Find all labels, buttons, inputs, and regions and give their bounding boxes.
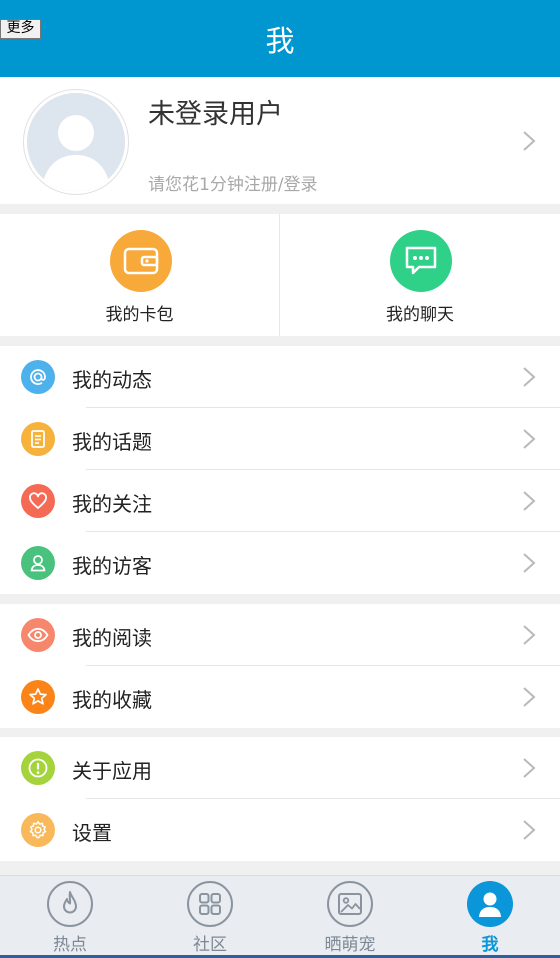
menu-item-label: 我的访客 xyxy=(72,554,152,578)
chevron-right-icon xyxy=(523,429,536,449)
menu-item-label: 关于应用 xyxy=(72,759,152,783)
grid-icon xyxy=(187,881,233,927)
bottom-tab-bar: 热点 社区 晒萌宠 我 xyxy=(0,875,560,955)
chevron-right-icon xyxy=(523,625,536,645)
menu-item-about-app[interactable]: 关于应用 xyxy=(0,737,560,799)
default-avatar-icon xyxy=(27,93,125,191)
menu-item-my-updates[interactable]: 我的动态 xyxy=(0,346,560,408)
menu-item-my-follows[interactable]: 我的关注 xyxy=(0,470,560,532)
chevron-right-icon xyxy=(523,687,536,707)
username: 未登录用户 xyxy=(148,99,283,130)
tab-me[interactable]: 我 xyxy=(420,876,560,956)
eye-icon xyxy=(21,618,55,652)
top-bar: 我 更多 xyxy=(0,0,560,77)
chevron-right-icon xyxy=(523,758,536,778)
more-button[interactable]: 更多 xyxy=(0,19,41,39)
quick-actions: 我的卡包 我的聊天 xyxy=(0,214,560,336)
avatar[interactable] xyxy=(23,89,129,195)
picture-icon xyxy=(327,881,373,927)
star-icon xyxy=(21,680,55,714)
menu-group-activity: 我的动态 我的话题 我的关注 我的访客 xyxy=(0,346,560,594)
menu-item-my-favorites[interactable]: 我的收藏 xyxy=(0,666,560,728)
profile-card[interactable]: 未登录用户 请您花1分钟注册/登录 xyxy=(0,77,560,204)
menu-item-label: 设置 xyxy=(72,821,112,845)
tab-pets[interactable]: 晒萌宠 xyxy=(280,876,420,956)
menu-group-app: 关于应用 设置 xyxy=(0,737,560,861)
tab-label: 我 xyxy=(481,935,499,955)
card-wallet-button[interactable]: 我的卡包 xyxy=(0,214,280,336)
menu-item-label: 我的动态 xyxy=(72,368,152,392)
user-icon xyxy=(467,881,513,927)
heart-icon xyxy=(21,484,55,518)
chevron-right-icon xyxy=(523,367,536,387)
flame-icon xyxy=(47,881,93,927)
document-icon xyxy=(21,422,55,456)
menu-item-my-visitors[interactable]: 我的访客 xyxy=(0,532,560,594)
at-sign-icon xyxy=(21,360,55,394)
login-prompt[interactable]: 请您花1分钟注册/登录 xyxy=(148,170,318,195)
menu-item-label: 我的关注 xyxy=(72,492,152,516)
chevron-right-icon xyxy=(523,820,536,840)
quick-action-label: 我的聊天 xyxy=(386,305,454,325)
menu-item-label: 我的收藏 xyxy=(72,688,152,712)
gear-icon xyxy=(21,813,55,847)
chevron-right-icon xyxy=(523,553,536,573)
menu-item-label: 我的阅读 xyxy=(72,626,152,650)
menu-item-label: 我的话题 xyxy=(72,430,152,454)
page-title: 我 xyxy=(265,24,295,58)
menu-group-reading: 我的阅读 我的收藏 xyxy=(0,604,560,728)
chat-bubble-icon xyxy=(390,230,452,292)
tab-hot[interactable]: 热点 xyxy=(0,876,140,956)
tab-community[interactable]: 社区 xyxy=(140,876,280,956)
tab-label: 晒萌宠 xyxy=(324,935,376,955)
person-icon xyxy=(21,546,55,580)
my-chat-button[interactable]: 我的聊天 xyxy=(280,214,560,336)
chevron-right-icon xyxy=(523,131,536,151)
menu-item-my-topics[interactable]: 我的话题 xyxy=(0,408,560,470)
quick-action-label: 我的卡包 xyxy=(105,305,174,325)
tab-label: 社区 xyxy=(193,935,227,955)
menu-item-my-reading[interactable]: 我的阅读 xyxy=(0,604,560,666)
chevron-right-icon xyxy=(523,491,536,511)
wallet-icon xyxy=(110,230,172,292)
info-icon xyxy=(21,751,55,785)
tab-label: 热点 xyxy=(53,935,87,955)
menu-item-settings[interactable]: 设置 xyxy=(0,799,560,861)
